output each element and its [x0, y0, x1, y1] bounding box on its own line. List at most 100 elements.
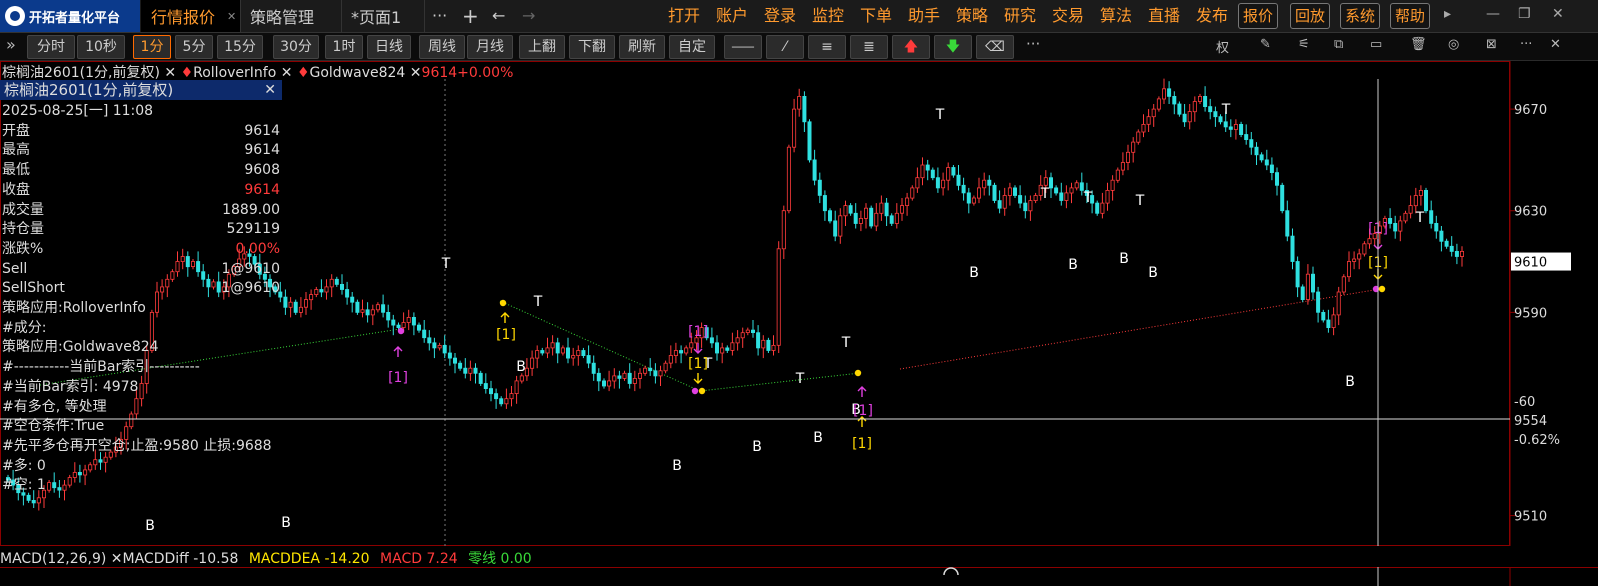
log-text: #-----------当前Bar索引---------- — [2, 359, 200, 376]
candle — [288, 301, 293, 308]
more-options-icon[interactable]: ··· — [1520, 37, 1532, 52]
layout-icon[interactable]: ⊠ — [1486, 37, 1497, 52]
candle — [776, 248, 781, 346]
candle — [802, 96, 807, 123]
top-marker: T — [1040, 186, 1050, 202]
candle — [879, 202, 884, 214]
menu-strategy[interactable]: 策略 — [956, 4, 988, 28]
info-key: Sell — [2, 260, 28, 277]
tab-quotes[interactable]: 行情报价 ✕ — [141, 0, 241, 32]
price-change-label: 9614+0.00% — [421, 65, 514, 81]
period-button-5[interactable]: 30分 — [273, 35, 319, 59]
indicator-rollover[interactable]: RolloverInfo — [193, 65, 276, 81]
menu-order[interactable]: 下单 — [860, 4, 892, 28]
candle — [452, 357, 457, 364]
strategy-log-line: #空: 1 — [2, 476, 282, 496]
delete-icon[interactable]: 🗑 — [1410, 37, 1427, 52]
trendline-tool-icon[interactable]: ⁄ — [766, 35, 804, 59]
period-button-2[interactable]: 1分 — [133, 35, 171, 59]
candle — [375, 304, 380, 311]
help-button[interactable]: 帮助 — [1390, 3, 1431, 29]
expand-arrow-icon[interactable]: ▸ — [1444, 6, 1451, 22]
candle — [319, 289, 324, 293]
period-button-12[interactable]: 刷新 — [619, 35, 665, 59]
candle — [1141, 124, 1146, 133]
period-button-13[interactable]: 自定 — [669, 35, 715, 59]
close-window-icon[interactable]: ✕ — [1552, 6, 1564, 22]
candle — [1059, 192, 1064, 201]
expand-icon[interactable]: » — [6, 35, 16, 54]
period-button-4[interactable]: 15分 — [217, 35, 263, 59]
replay-button[interactable]: 回放 — [1290, 3, 1331, 29]
candle — [602, 380, 607, 387]
settings-sliders-icon[interactable]: ⚟ — [1298, 37, 1310, 52]
candle — [838, 215, 843, 237]
close-icon[interactable]: ✕ — [264, 80, 276, 100]
menu-algo[interactable]: 算法 — [1100, 4, 1132, 28]
window-icon[interactable]: ▭ — [1370, 37, 1382, 52]
fib-tool-icon[interactable]: ≣ — [850, 35, 888, 59]
candle — [843, 205, 848, 217]
close-icon[interactable]: ✕ — [227, 10, 236, 23]
tab-strategy[interactable]: 策略管理 — [242, 0, 342, 32]
indicator-goldwave[interactable]: Goldwave824 — [310, 65, 406, 81]
period-button-7[interactable]: 日线 — [367, 35, 411, 59]
minimize-icon[interactable]: — — [1486, 6, 1500, 22]
strategy-log-line: #当前Bar索引: 4978 — [2, 378, 282, 398]
system-button[interactable]: 系统 — [1340, 3, 1381, 29]
period-button-8[interactable]: 周线 — [419, 35, 465, 59]
candle — [1321, 311, 1326, 321]
hline-tool-icon[interactable]: ⸺ — [724, 35, 762, 59]
menu-research[interactable]: 研究 — [1004, 4, 1036, 28]
period-button-9[interactable]: 月线 — [467, 35, 513, 59]
eraser-tool-icon[interactable]: ⌫ — [976, 35, 1014, 59]
copy-icon[interactable]: ⧉ — [1334, 37, 1343, 52]
more-tabs-icon[interactable]: ··· — [432, 4, 447, 28]
more-tools-icon[interactable]: ··· — [1026, 35, 1040, 53]
close-panel-icon[interactable]: ✕ — [1550, 37, 1561, 52]
candle — [1336, 291, 1341, 316]
back-icon[interactable]: ← — [492, 4, 505, 28]
strategy-log-line: #成分: — [2, 319, 282, 339]
period-button-11[interactable]: 下翻 — [569, 35, 615, 59]
candle — [36, 497, 41, 504]
remove-icon[interactable]: ✕ — [410, 65, 422, 81]
cursor-value-label: 9554 — [1514, 414, 1547, 429]
period-button-10[interactable]: 上翻 — [519, 35, 565, 59]
candle — [1388, 217, 1393, 224]
add-tab-icon[interactable]: + — [462, 4, 479, 28]
forward-icon[interactable]: → — [522, 4, 535, 28]
menu-login[interactable]: 登录 — [764, 4, 796, 28]
candle — [437, 344, 442, 349]
macd-panel[interactable] — [0, 567, 1598, 586]
down-arrow-icon[interactable]: 🡇 — [934, 35, 972, 59]
remove-icon[interactable]: ✕ — [281, 65, 293, 81]
menu-open[interactable]: 打开 — [668, 4, 700, 28]
info-row: 最低 9608 — [2, 161, 282, 181]
bottom-marker: B — [1148, 265, 1158, 281]
menu-assistant[interactable]: 助手 — [908, 4, 940, 28]
period-button-1[interactable]: 10秒 — [77, 35, 125, 59]
menu-monitor[interactable]: 监控 — [812, 4, 844, 28]
candle — [1341, 276, 1346, 293]
candle — [591, 362, 596, 374]
lines-tool-icon[interactable]: ≡ — [808, 35, 846, 59]
target-icon[interactable]: ◎ — [1448, 37, 1459, 52]
menu-trade[interactable]: 交易 — [1052, 4, 1084, 28]
tab-page1[interactable]: *页面1 — [343, 0, 425, 32]
menu-publish[interactable]: 发布 — [1196, 4, 1228, 28]
period-button-6[interactable]: 1时 — [325, 35, 363, 59]
period-button-0[interactable]: 分时 — [27, 35, 75, 59]
remove-icon[interactable]: ✕ — [111, 551, 123, 567]
up-arrow-icon[interactable]: 🡅 — [892, 35, 930, 59]
maximize-icon[interactable]: ❐ — [1518, 6, 1531, 22]
menu-live[interactable]: 直播 — [1148, 4, 1180, 28]
info-key: 涨跌% — [2, 240, 44, 257]
menu-account[interactable]: 账户 — [716, 4, 748, 28]
quote-button[interactable]: 报价 — [1238, 3, 1279, 29]
rights-label[interactable]: 权 — [1216, 37, 1229, 56]
period-button-3[interactable]: 5分 — [175, 35, 213, 59]
draw-pen-icon[interactable]: ✎ — [1260, 37, 1271, 52]
remove-icon[interactable]: ✕ — [164, 65, 176, 81]
candle — [1223, 121, 1228, 128]
